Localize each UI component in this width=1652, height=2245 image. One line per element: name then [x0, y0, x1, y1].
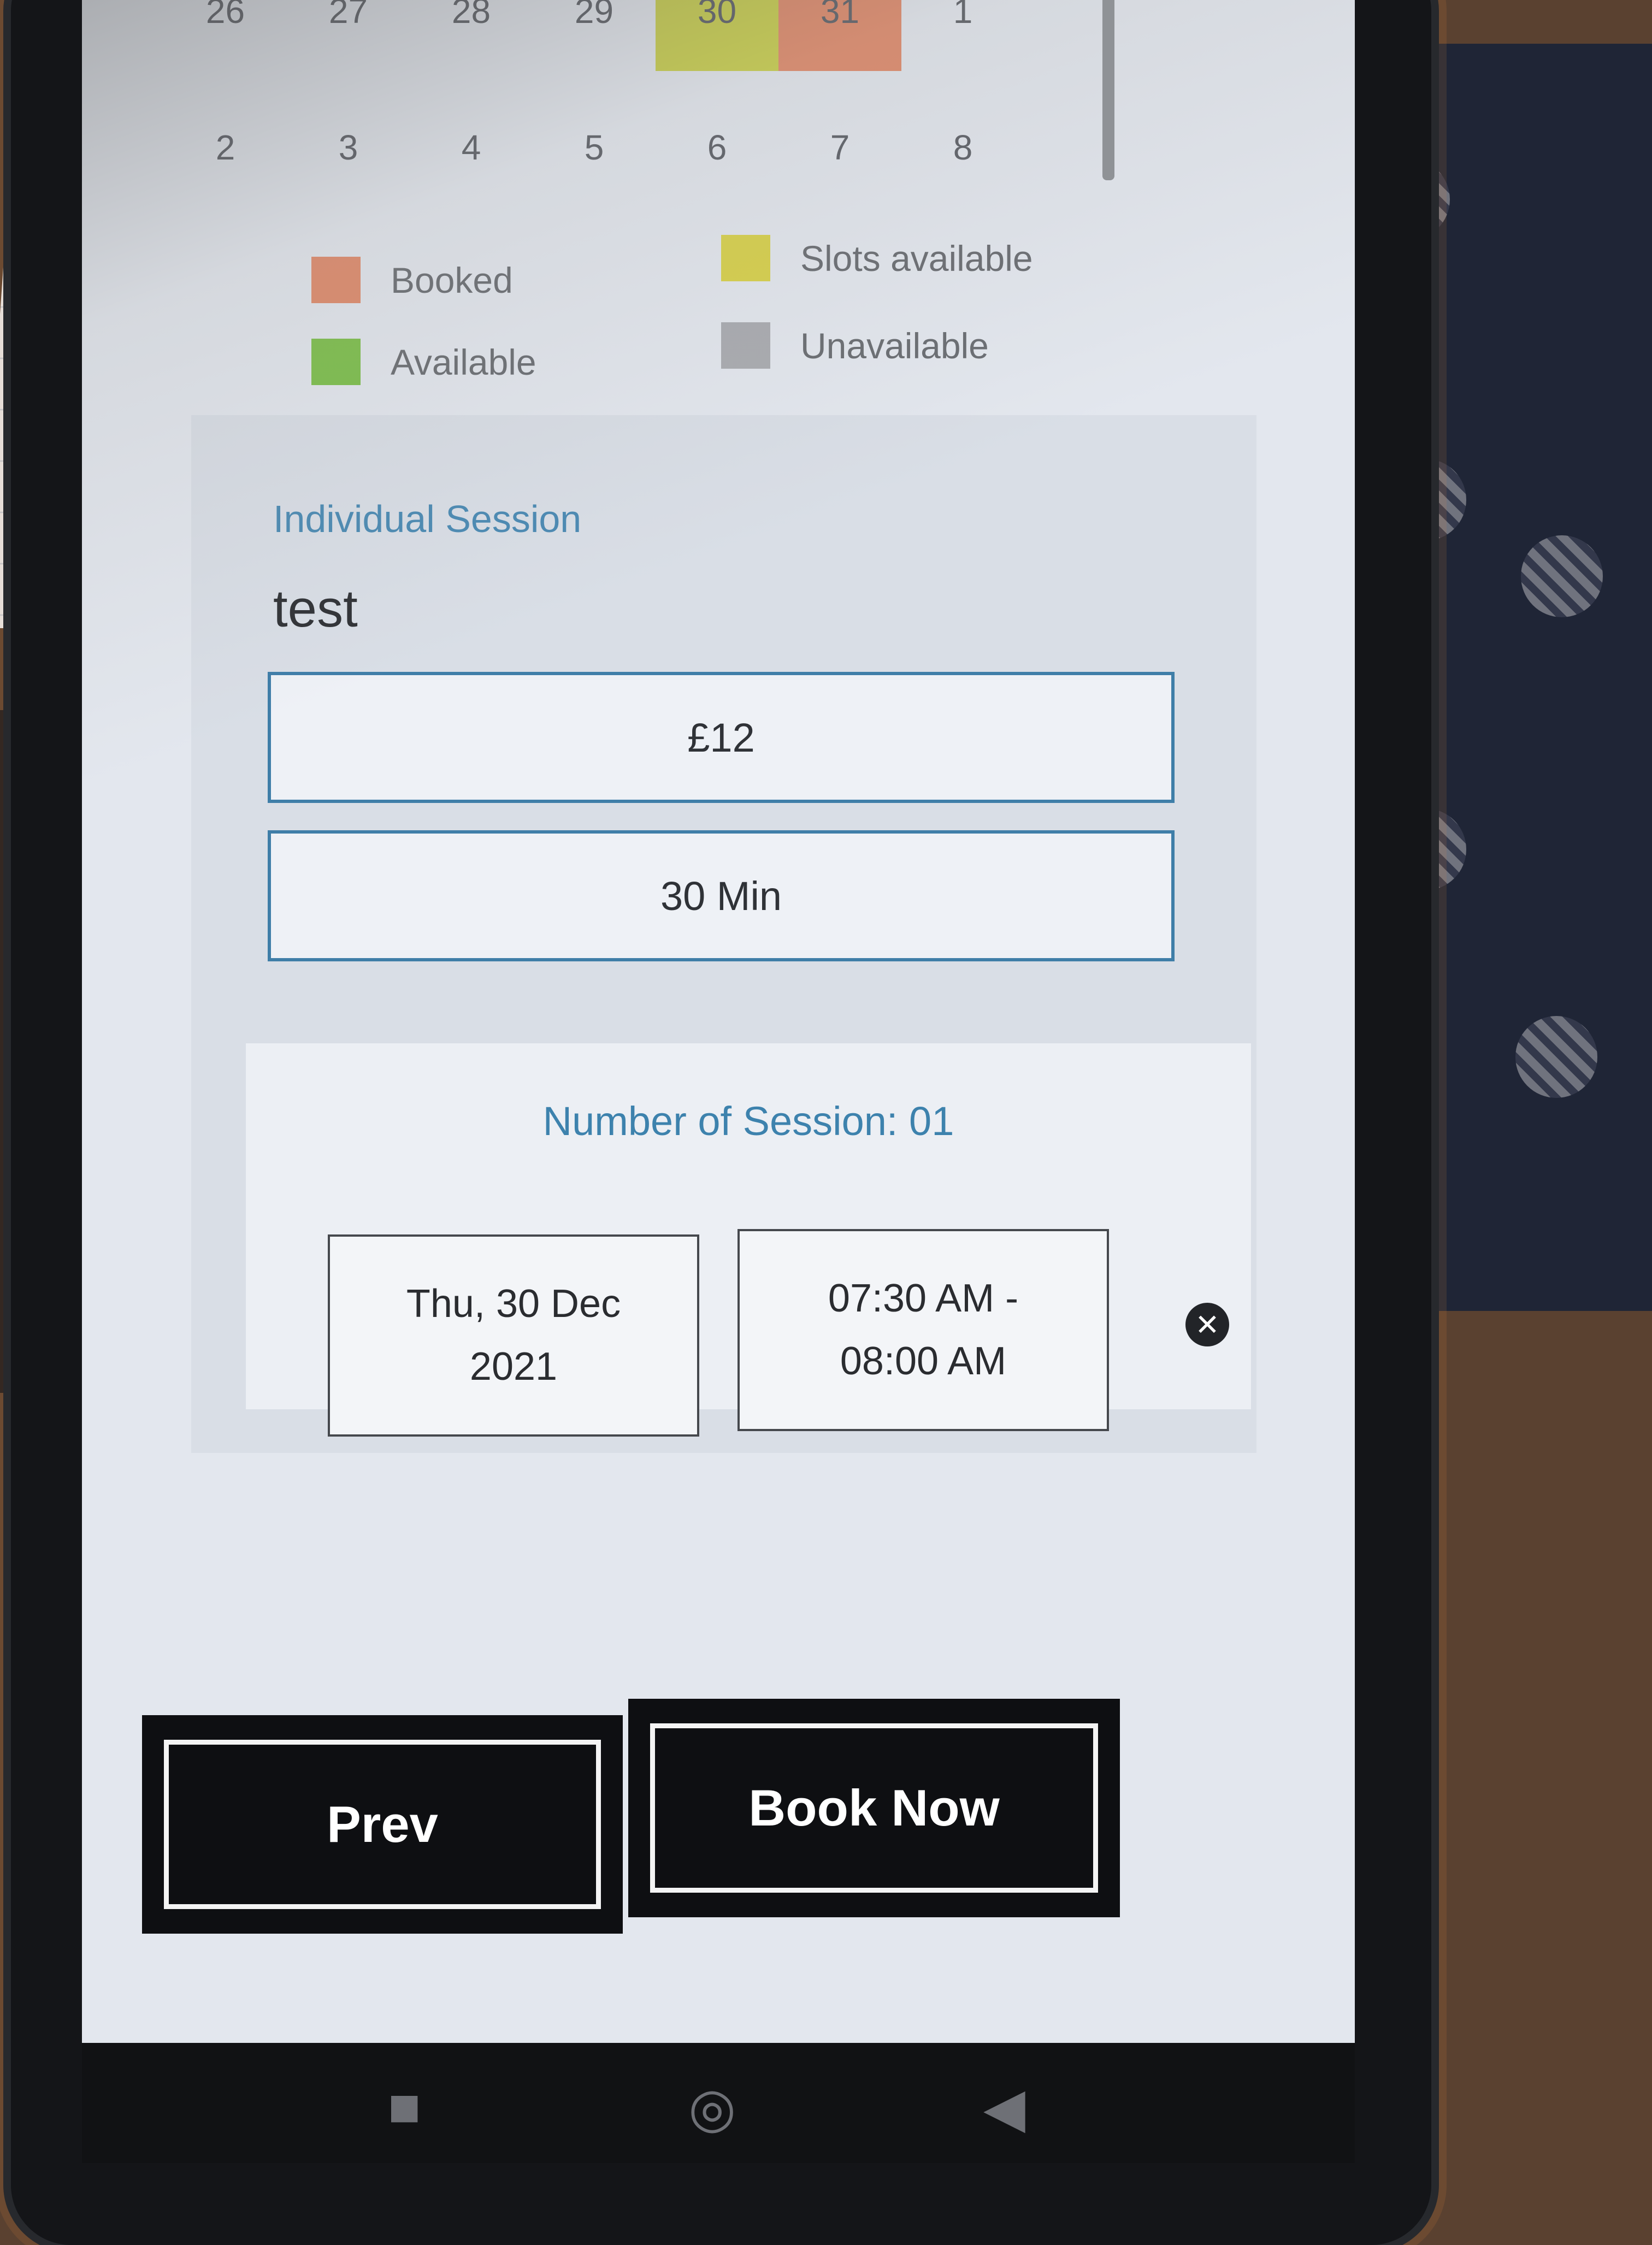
- calendar-day[interactable]: 26: [164, 0, 287, 71]
- calendar-day[interactable]: 6: [656, 87, 778, 208]
- selected-date: Thu, 30 Dec 2021: [328, 1234, 699, 1437]
- calendar-day[interactable]: 2: [164, 87, 287, 208]
- calendar-week: 26 27 28 29 30 31 1: [164, 0, 1202, 71]
- calendar-day[interactable]: 29: [533, 0, 656, 71]
- legend-label: Slots available: [800, 238, 1033, 279]
- fabric-pattern: [1515, 1016, 1597, 1098]
- system-nav-bar: ■ ◎ ◀: [82, 2043, 1355, 2163]
- prev-button[interactable]: Prev: [142, 1715, 623, 1934]
- legend-label: Unavailable: [800, 325, 989, 366]
- selected-date-text: Thu, 30 Dec 2021: [406, 1281, 621, 1389]
- calendar-day[interactable]: 5: [533, 87, 656, 208]
- book-now-button-label: Book Now: [748, 1779, 1000, 1836]
- session-type-label: Individual Session: [273, 498, 582, 540]
- slots-available-swatch: [721, 235, 770, 281]
- calendar-day[interactable]: 7: [778, 87, 901, 208]
- price-field[interactable]: £12: [268, 672, 1175, 803]
- phone-device: 26 27 28 29 30 31 1 2 3 4 5 6 7 8 Booked…: [11, 0, 1431, 2245]
- selected-sessions-panel: Number of Session: 01 Thu, 30 Dec 2021 0…: [246, 1043, 1251, 1437]
- legend-label: Available: [391, 341, 536, 382]
- legend-item-slots-available: Slots available: [721, 235, 1033, 281]
- close-circle-icon[interactable]: ✕: [1185, 1303, 1229, 1346]
- selected-time: 07:30 AM - 08:00 AM: [738, 1229, 1109, 1431]
- action-bar: Prev Book Now: [142, 1699, 1153, 1945]
- calendar-legend: Booked Available Slots available Unavail…: [311, 235, 1240, 399]
- unavailable-swatch: [721, 322, 770, 369]
- calendar-week: 2 3 4 5 6 7 8: [164, 87, 1202, 208]
- selected-time-text: 07:30 AM - 08:00 AM: [828, 1276, 1019, 1383]
- fabric-pattern: [1521, 535, 1603, 617]
- legend-item-available: Available: [311, 339, 536, 385]
- book-now-button[interactable]: Book Now: [628, 1699, 1120, 1917]
- calendar-day[interactable]: 8: [901, 87, 1024, 208]
- legend-item-unavailable: Unavailable: [721, 322, 989, 369]
- calendar-day[interactable]: 28: [410, 0, 533, 71]
- calendar-day-slots-available[interactable]: 30: [656, 0, 778, 71]
- prev-button-label: Prev: [327, 1795, 438, 1853]
- calendar-day-booked[interactable]: 31: [778, 0, 901, 71]
- booked-swatch: [311, 257, 361, 303]
- available-swatch: [311, 339, 361, 385]
- square-icon[interactable]: ■: [388, 2076, 421, 2138]
- legend-label: Booked: [391, 259, 513, 300]
- session-name: test: [273, 580, 358, 638]
- circle-icon[interactable]: ◎: [688, 2076, 736, 2140]
- triangle-back-icon[interactable]: ◀: [983, 2076, 1025, 2140]
- calendar-day[interactable]: 4: [410, 87, 533, 208]
- calendar-day[interactable]: 1: [901, 0, 1024, 71]
- calendar-grid: 26 27 28 29 30 31 1 2 3 4 5 6 7 8: [164, 0, 1202, 208]
- calendar-day[interactable]: 3: [287, 87, 410, 208]
- session-count: Number of Session: 01: [542, 1098, 954, 1144]
- duration-field[interactable]: 30 Min: [268, 830, 1175, 961]
- calendar-day[interactable]: 27: [287, 0, 410, 71]
- session-card: Individual Session test £12 30 Min Numbe…: [191, 415, 1256, 1453]
- calendar-scrollbar[interactable]: [1102, 0, 1114, 180]
- legend-item-booked: Booked: [311, 257, 513, 303]
